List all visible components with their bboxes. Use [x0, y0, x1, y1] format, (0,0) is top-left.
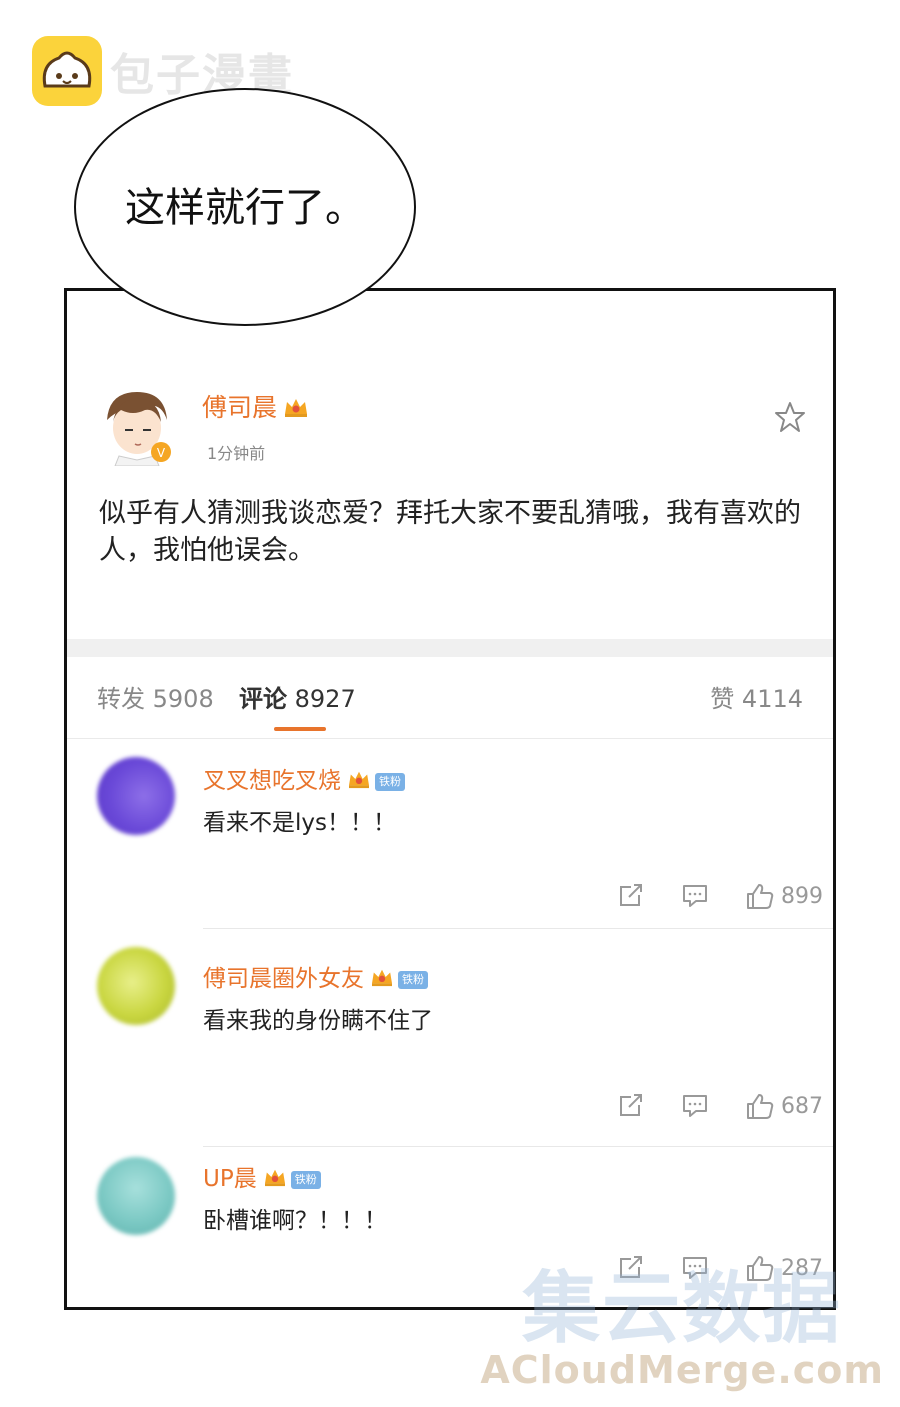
commenter-avatar[interactable] [97, 947, 175, 1025]
post-timestamp: 1分钟前 [207, 444, 266, 463]
tab-like-label: 赞 [710, 685, 735, 713]
fan-badge: 铁粉 [290, 1170, 321, 1189]
post-author-name-text: 傅司晨 [202, 393, 278, 422]
share-icon [620, 884, 642, 906]
tab-forward-label: 转发 [97, 685, 145, 713]
tab-comment-count: 8927 [294, 685, 356, 713]
comment-text: 看来不是lys！！！ [203, 810, 396, 836]
speech-bubble: 这样就行了。 [74, 88, 416, 326]
commenter-name[interactable]: UP晨 铁粉 [203, 1159, 321, 1193]
commenter-name-text: 叉叉想吃叉烧 [203, 768, 341, 794]
crown-icon [283, 395, 309, 424]
bun-logo-icon [32, 36, 102, 106]
commenter-avatar[interactable] [97, 1157, 175, 1235]
watermark-bottom: 集云数据 ACloudMerge.com [480, 1264, 884, 1392]
reply-button[interactable] [681, 883, 709, 909]
post-tabs: 转发 5908 评论 8927 赞 4114 [67, 679, 833, 739]
comment-icon [683, 885, 707, 907]
tab-forward-count: 5908 [152, 685, 214, 713]
commenter-avatar[interactable] [97, 757, 175, 835]
share-icon [620, 1094, 642, 1116]
fan-badge: 铁粉 [398, 970, 428, 989]
like-button[interactable]: 687 [745, 1092, 823, 1120]
like-count: 899 [781, 883, 823, 909]
tab-like[interactable]: 赞 4114 [710, 679, 803, 714]
crown-icon [263, 1167, 287, 1193]
comment-actions: 687 [581, 1089, 823, 1123]
tab-comment[interactable]: 评论 8927 [239, 679, 356, 714]
commenter-name[interactable]: 傅司晨圈外女友 铁粉 [203, 959, 428, 993]
share-button[interactable] [617, 1093, 645, 1119]
tab-comment-label: 评论 [239, 685, 287, 713]
crown-icon [347, 769, 371, 795]
share-button[interactable] [617, 883, 645, 909]
thumbs-up-icon [747, 884, 774, 909]
commenter-name-text: 傅司晨圈外女友 [203, 966, 364, 992]
tab-forward[interactable]: 转发 5908 [97, 679, 214, 714]
comment-actions: 899 [581, 879, 823, 913]
watermark-bottom-en: ACloudMerge.com [480, 1348, 884, 1392]
post-author-name[interactable]: 傅司晨 [202, 388, 309, 424]
commenter-name[interactable]: 叉叉想吃叉烧 铁粉 [203, 761, 405, 795]
commenter-name-text: UP晨 [203, 1166, 257, 1192]
comment-divider [203, 928, 833, 929]
star-icon[interactable] [773, 400, 807, 438]
reply-button[interactable] [681, 1093, 709, 1119]
thumbs-up-icon [747, 1094, 774, 1119]
svg-text:V: V [157, 446, 166, 460]
like-count: 687 [781, 1093, 823, 1119]
comment-icon [683, 1095, 707, 1117]
comment-text: 看来我的身份瞒不住了 [203, 1008, 433, 1034]
comment-item: 叉叉想吃叉烧 铁粉 看来不是lys！！！ 899 [67, 739, 833, 939]
speech-bubble-text: 这样就行了。 [125, 185, 365, 231]
section-divider [67, 639, 833, 657]
watermark-bottom-cn: 集云数据 [522, 1264, 843, 1354]
fan-badge: 铁粉 [375, 772, 405, 791]
like-button[interactable]: 899 [745, 882, 823, 910]
author-avatar[interactable]: V [97, 386, 177, 467]
active-tab-indicator [274, 727, 326, 731]
post-content: 似乎有人猜测我谈恋爱？拜托大家不要乱猜哦，我有喜欢的人，我怕他误会。 [99, 498, 801, 566]
post-header: V 傅司晨 1分钟前 [97, 386, 807, 476]
comment-text: 卧槽谁啊？！！！ [203, 1208, 387, 1234]
comment-item: 傅司晨圈外女友 铁粉 看来我的身份瞒不住了 687 [67, 937, 833, 1147]
tab-like-count: 4114 [741, 685, 803, 713]
weibo-post-panel: V 傅司晨 1分钟前 似乎有人猜测我谈恋爱？拜托大家不要乱猜哦，我有喜欢的人，我… [64, 288, 836, 1310]
crown-icon [370, 967, 394, 993]
